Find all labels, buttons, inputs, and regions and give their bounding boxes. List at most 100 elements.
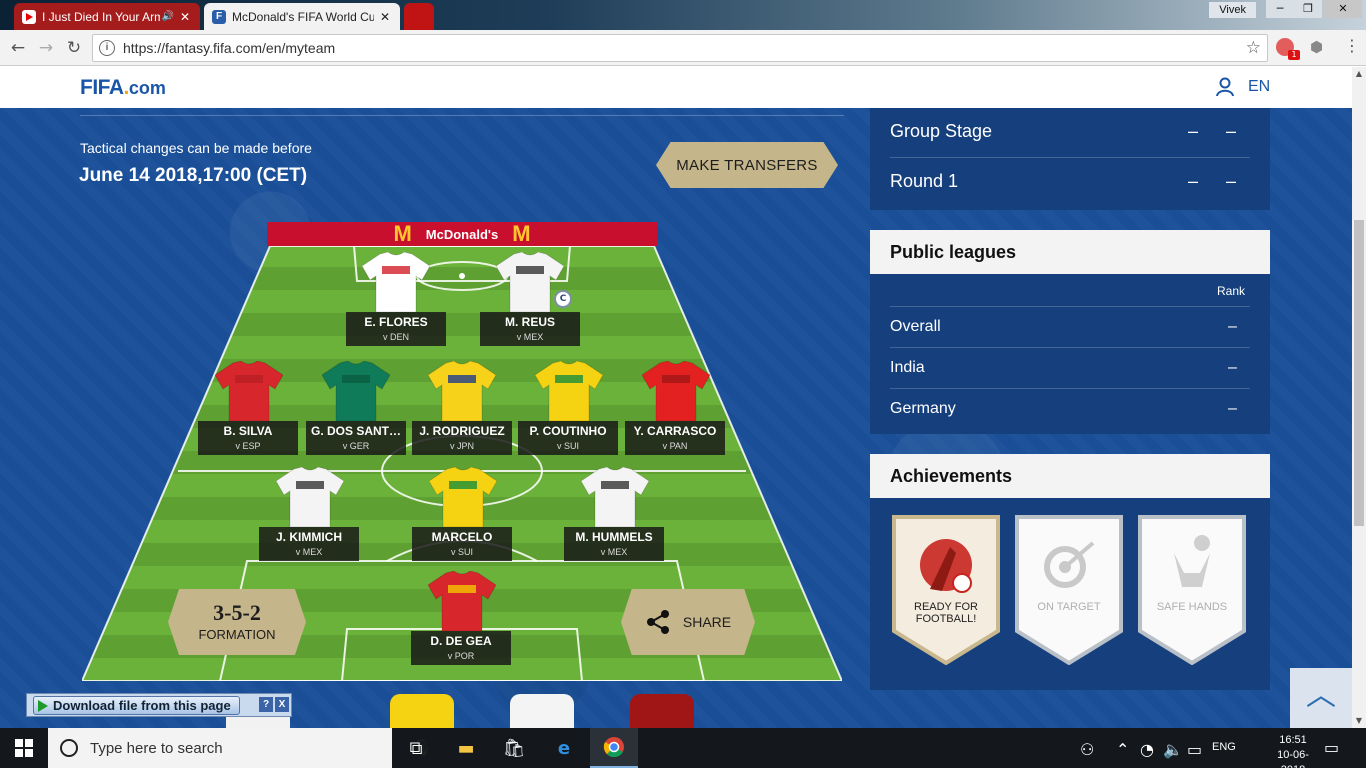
input-language[interactable]: ENG xyxy=(1212,741,1236,753)
scrollbar-thumb[interactable] xyxy=(1354,220,1364,526)
player-card[interactable]: MARCELO v SUI xyxy=(412,527,512,561)
clock-date: 10-06-2018 xyxy=(1277,749,1309,768)
player-card[interactable]: Y. CARRASCO v PAN xyxy=(625,421,725,455)
rank-header: Rank xyxy=(1217,284,1246,298)
taskbar-clock[interactable]: 16:51 10-06-2018 xyxy=(1268,733,1318,768)
player-card[interactable]: G. DOS SANT… v GER xyxy=(306,421,406,455)
player-opponent: v GER xyxy=(342,441,370,451)
user-icon[interactable] xyxy=(1216,77,1234,97)
sponsor-banner: M McDonald's M xyxy=(267,222,657,246)
bench-shirt[interactable] xyxy=(510,694,574,728)
store-icon[interactable]: 🛍 xyxy=(490,728,538,768)
player-shirt[interactable] xyxy=(581,467,649,527)
player-shirt[interactable] xyxy=(322,361,390,421)
extension-shield-icon[interactable]: ⬢ xyxy=(1310,38,1323,56)
main-content: Tactical changes can be made before June… xyxy=(0,108,1352,728)
player-shirt[interactable] xyxy=(276,467,344,527)
youtube-icon xyxy=(22,9,36,24)
fifa-logo[interactable]: FIFA.com xyxy=(80,76,166,100)
browser-menu-icon[interactable]: ⋮ xyxy=(1344,36,1360,55)
player-shirt[interactable] xyxy=(535,361,603,421)
league-row[interactable]: Germany – xyxy=(890,388,1250,429)
player-shirt[interactable] xyxy=(428,361,496,421)
stage-row: Group Stage – – xyxy=(890,108,1250,158)
tab-title: McDonald's FIFA World Cup xyxy=(232,9,374,24)
player-shirt[interactable] xyxy=(642,361,710,421)
download-file-button[interactable]: Download file from this page xyxy=(33,696,240,715)
url-text: https://fantasy.fifa.com/en/myteam xyxy=(123,40,336,56)
task-view-icon[interactable]: ⧉ xyxy=(392,728,440,768)
mcdonalds-arch-icon: M xyxy=(393,221,412,246)
scroll-down-arrow-icon[interactable]: ▼ xyxy=(1352,714,1366,728)
download-helper-bar: Download file from this page ? X xyxy=(26,693,292,717)
close-window-icon[interactable]: ✕ xyxy=(1324,0,1362,18)
taskbar-search[interactable]: Type here to search 🎙 xyxy=(48,728,432,768)
player-shirt[interactable] xyxy=(362,252,430,312)
close-tab-icon[interactable]: ✕ xyxy=(378,10,392,24)
maximize-icon[interactable]: ❐ xyxy=(1294,0,1322,18)
new-tab-button[interactable] xyxy=(404,3,434,30)
address-bar[interactable]: i https://fantasy.fifa.com/en/myteam ☆ xyxy=(92,34,1268,62)
player-card[interactable]: E. FLORES v DEN xyxy=(346,312,446,346)
back-icon[interactable]: ← xyxy=(6,36,30,60)
bench-shirt[interactable] xyxy=(630,694,694,728)
formation-button[interactable]: 3-5-2 FORMATION xyxy=(168,589,306,655)
league-row[interactable]: India – xyxy=(890,347,1250,388)
bookmark-star-icon[interactable]: ☆ xyxy=(1246,38,1261,58)
wifi-icon[interactable]: ◔ xyxy=(1140,740,1154,759)
language-selector[interactable]: EN xyxy=(1248,78,1270,96)
achievement-safe-hands[interactable]: SAFE HANDS xyxy=(1136,513,1248,665)
player-shirt[interactable] xyxy=(429,467,497,527)
stage-rank: – xyxy=(1226,121,1237,141)
chrome-icon[interactable] xyxy=(590,728,638,768)
player-card[interactable]: M. REUS v MEX xyxy=(480,312,580,346)
show-hidden-icons-icon[interactable]: ⌃ xyxy=(1116,740,1129,759)
profile-name[interactable]: Vivek xyxy=(1209,2,1256,18)
scroll-to-top-button[interactable]: ︿ xyxy=(1290,668,1352,728)
volume-icon[interactable]: 🔈 xyxy=(1163,740,1183,759)
people-icon[interactable]: ⚇ xyxy=(1080,740,1094,759)
achievement-ready-for-football[interactable]: READY FOR FOOTBALL! xyxy=(890,513,1002,665)
download-label: Download file from this page xyxy=(53,698,231,713)
player-name: M. REUS xyxy=(504,315,555,329)
league-rank: – xyxy=(1228,400,1237,417)
league-name: India xyxy=(890,359,925,376)
browser-toolbar: ← → ↻ i https://fantasy.fifa.com/en/myte… xyxy=(0,30,1366,66)
player-card[interactable]: D. DE GEA v POR xyxy=(411,631,511,665)
player-name: Y. CARRASCO xyxy=(633,424,717,438)
edge-icon[interactable]: e xyxy=(540,728,588,768)
close-icon[interactable]: X xyxy=(275,697,289,712)
power-icon[interactable]: ▭ xyxy=(1187,740,1202,759)
player-shirt[interactable] xyxy=(496,252,564,312)
reload-icon[interactable]: ↻ xyxy=(62,36,86,60)
file-explorer-icon[interactable]: ▬ xyxy=(442,728,490,768)
minimize-icon[interactable]: ─ xyxy=(1266,0,1294,18)
player-card[interactable]: B. SILVA v ESP xyxy=(198,421,298,455)
player-name: E. FLORES xyxy=(364,315,428,329)
player-shirt[interactable] xyxy=(428,571,496,631)
bench-shirt[interactable] xyxy=(390,694,454,728)
windows-start-button[interactable] xyxy=(0,728,48,768)
league-rank: – xyxy=(1228,359,1237,376)
achievement-on-target[interactable]: ON TARGET xyxy=(1013,513,1125,665)
scroll-up-arrow-icon[interactable]: ▲ xyxy=(1352,67,1366,81)
close-tab-icon[interactable]: ✕ xyxy=(178,10,192,24)
player-card[interactable]: P. COUTINHO v SUI xyxy=(518,421,618,455)
info-icon[interactable]: i xyxy=(99,40,115,56)
league-row[interactable]: Overall – xyxy=(890,306,1250,347)
achievements-panel: READY FOR FOOTBALL! ON TARGET SAFE HANDS xyxy=(870,498,1270,690)
player-shirt[interactable] xyxy=(215,361,283,421)
player-card[interactable]: J. RODRIGUEZ v JPN xyxy=(412,421,512,455)
notifications-icon[interactable]: ▭ xyxy=(1324,738,1339,757)
tab-youtube[interactable]: I Just Died In Your Arms 🔊 ✕ xyxy=(14,3,200,30)
speaker-icon[interactable]: 🔊 xyxy=(162,11,174,22)
share-button[interactable]: SHARE xyxy=(621,589,755,655)
help-icon[interactable]: ? xyxy=(259,697,273,712)
tab-fifa[interactable]: F McDonald's FIFA World Cup ✕ xyxy=(204,3,400,30)
public-leagues-panel: Rank Overall – India – Germany – xyxy=(870,274,1270,434)
make-transfers-button[interactable]: MAKE TRANSFERS xyxy=(656,142,838,188)
player-opponent: v SUI xyxy=(556,441,579,451)
forward-icon[interactable]: → xyxy=(34,36,58,60)
player-card[interactable]: J. KIMMICH v MEX xyxy=(259,527,359,561)
player-card[interactable]: M. HUMMELS v MEX xyxy=(564,527,664,561)
